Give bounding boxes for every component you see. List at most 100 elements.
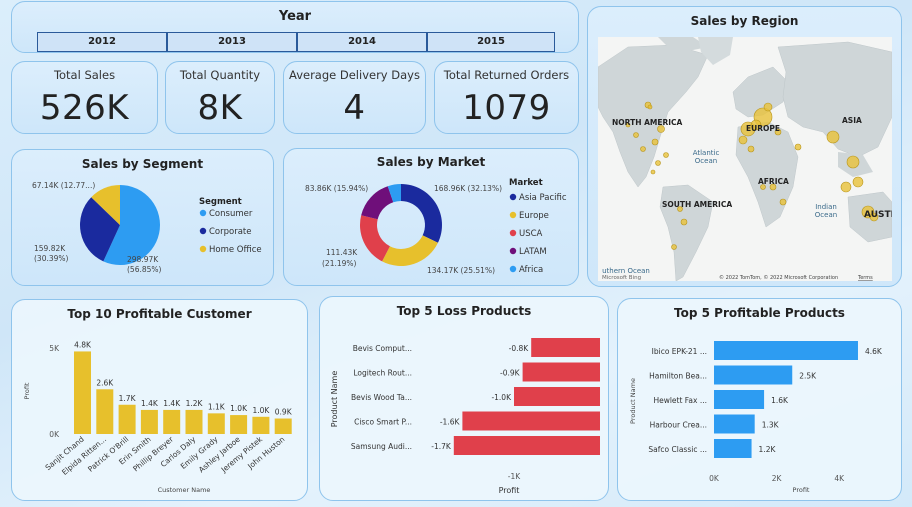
map-label-africa: AFRICA xyxy=(758,177,789,186)
map-label-indian: Indian xyxy=(815,203,837,211)
loss-bar-chart[interactable]: Product Name -0.8K Bevis Comput... -0.9K Log… xyxy=(320,297,610,502)
loss-products-card: Top 5 Loss Products Product Name -0.8K Bev… xyxy=(319,296,609,501)
bar-data-label: 1.0K xyxy=(252,406,270,415)
bar[interactable] xyxy=(118,404,136,434)
bar[interactable] xyxy=(714,365,793,385)
donut-slice-usca[interactable] xyxy=(360,215,390,262)
bar[interactable] xyxy=(714,414,755,434)
pie-data-label: 298.97K xyxy=(127,255,159,264)
x-tick: 4K xyxy=(834,474,845,483)
donut-data-label: 83.86K (15.94%) xyxy=(305,184,368,193)
map-label-north-america: NORTH AMERICA xyxy=(612,118,683,127)
legend-marker[interactable] xyxy=(509,247,517,255)
market-donut-chart[interactable]: 168.96K (32.13%) 134.17K (25.51%) 111.43K (… xyxy=(284,149,580,287)
year-slicer: Year 2012 2013 2014 2015 xyxy=(11,1,579,53)
bar[interactable] xyxy=(207,413,225,434)
bar[interactable] xyxy=(274,418,292,434)
bar-data-label: 1.3K xyxy=(762,421,780,430)
y-tick: 5K xyxy=(49,344,60,353)
kpi-value: 526K xyxy=(39,88,130,128)
world-map-graphic: NORTH AMERICA EUROPE ASIA AFRICA SOUTH A… xyxy=(598,37,892,281)
legend-item: Corporate xyxy=(209,227,252,237)
segment-pie-chart[interactable]: 298.97K(56.85%) 159.82K(30.39%) 67.14K (12… xyxy=(12,150,275,287)
legend-item: LATAM xyxy=(519,247,547,257)
y-tick-label: Logitech Rout... xyxy=(353,369,412,378)
bar-data-label: 0.9K xyxy=(275,408,293,417)
year-button-2014[interactable]: 2014 xyxy=(297,32,427,52)
bar[interactable] xyxy=(74,351,91,434)
sales-by-segment-card: Sales by Segment 298.97K (56.85%) 159.82K(… xyxy=(11,149,274,286)
legend-marker[interactable] xyxy=(199,209,207,217)
bar[interactable] xyxy=(714,439,752,458)
legend-title: Segment xyxy=(199,197,242,207)
bar[interactable] xyxy=(185,409,203,434)
bar-data-label: -1.0K xyxy=(491,393,512,402)
y-tick-label: Hewlett Fax ... xyxy=(653,396,707,405)
legend-marker[interactable] xyxy=(199,227,207,235)
y-axis-label: Product Name xyxy=(330,371,339,428)
donut-slice-europe[interactable] xyxy=(382,235,438,266)
map-label-south-america: SOUTH AMERICA xyxy=(662,200,732,209)
profitable-products-card: Top 5 Profitable Products Product Name 4.… xyxy=(617,298,902,501)
bar-data-label: 4.6K xyxy=(865,347,883,356)
bar[interactable] xyxy=(140,409,158,434)
kpi-value: 8K xyxy=(197,88,243,128)
map-label-southern-ocean: uthern Ocean xyxy=(602,267,650,275)
bar-data-label: -0.8K xyxy=(509,344,530,353)
legend-item: Europe xyxy=(519,211,549,221)
legend-marker[interactable] xyxy=(509,229,517,237)
map-label-asia: ASIA xyxy=(842,116,862,125)
legend-item: Consumer xyxy=(209,209,253,219)
bar[interactable] xyxy=(531,338,600,357)
legend-marker[interactable] xyxy=(199,245,207,253)
year-button-2015[interactable]: 2015 xyxy=(427,32,555,52)
y-tick-label: Bevis Wood Ta... xyxy=(351,393,412,402)
y-axis-label: Product Name xyxy=(629,378,637,424)
kpi-title: Average Delivery Days xyxy=(289,68,420,82)
bar[interactable] xyxy=(462,411,600,431)
kpi-title: Total Returned Orders xyxy=(443,68,570,82)
map-label-europe: EUROPE xyxy=(746,124,780,133)
legend-item: Asia Pacific xyxy=(519,193,567,203)
x-axis-label: Profit xyxy=(793,486,810,494)
kpi-value: 4 xyxy=(343,88,366,128)
bar[interactable] xyxy=(230,415,248,434)
bar-data-label: 1.6K xyxy=(771,396,789,405)
kpi-total-sales: Total Sales 526K xyxy=(11,61,158,134)
y-tick-label: Hamilton Bea... xyxy=(649,372,707,381)
bar-data-label: 1.7K xyxy=(119,394,137,403)
kpi-title: Total Sales xyxy=(53,68,116,82)
customers-bar-chart[interactable]: 5K0KProfit4.8KSanjit Chand2.6KElpida Rit… xyxy=(12,300,309,502)
year-button-2013[interactable]: 2013 xyxy=(167,32,297,52)
bar[interactable] xyxy=(453,436,600,455)
bar-data-label: -1.7K xyxy=(431,442,452,451)
year-slicer-title: Year xyxy=(278,9,312,24)
kpi-title: Total Quantity xyxy=(179,68,261,82)
legend-title: Market xyxy=(509,178,543,188)
donut-data-label: 168.96K (32.13%) xyxy=(434,184,502,193)
bar[interactable] xyxy=(163,409,181,434)
world-map[interactable]: NORTH AMERICA EUROPE ASIA AFRICA SOUTH A… xyxy=(598,37,892,281)
map-label-australia: AUSTRA xyxy=(864,210,892,220)
kpi-value: 1079 xyxy=(462,88,551,128)
bar[interactable] xyxy=(714,390,765,409)
map-terms-link: Terms xyxy=(857,275,873,281)
bar[interactable] xyxy=(522,362,600,382)
legend-marker[interactable] xyxy=(509,193,517,201)
legend-marker[interactable] xyxy=(509,265,517,273)
kpi-total-returned-orders: Total Returned Orders 1079 xyxy=(434,61,579,134)
bar-data-label: 2.5K xyxy=(799,372,817,381)
bar[interactable] xyxy=(514,387,600,406)
pie-data-label: 159.82K xyxy=(34,244,66,253)
legend-item: Home Office xyxy=(209,245,262,255)
bar[interactable] xyxy=(252,416,270,434)
bar[interactable] xyxy=(714,341,858,360)
profit-products-bar-chart[interactable]: Product Name 4.6K Ibico EPK-21 ... 2.5K Hami… xyxy=(618,299,903,502)
year-button-2012[interactable]: 2012 xyxy=(37,32,167,52)
legend-marker[interactable] xyxy=(509,211,517,219)
bar[interactable] xyxy=(96,389,114,434)
bar-data-label: 2.6K xyxy=(96,378,114,387)
legend-item: Africa xyxy=(519,265,543,275)
y-tick-label: Ibico EPK-21 ... xyxy=(652,347,707,356)
kpi-total-quantity: Total Quantity 8K xyxy=(165,61,275,134)
